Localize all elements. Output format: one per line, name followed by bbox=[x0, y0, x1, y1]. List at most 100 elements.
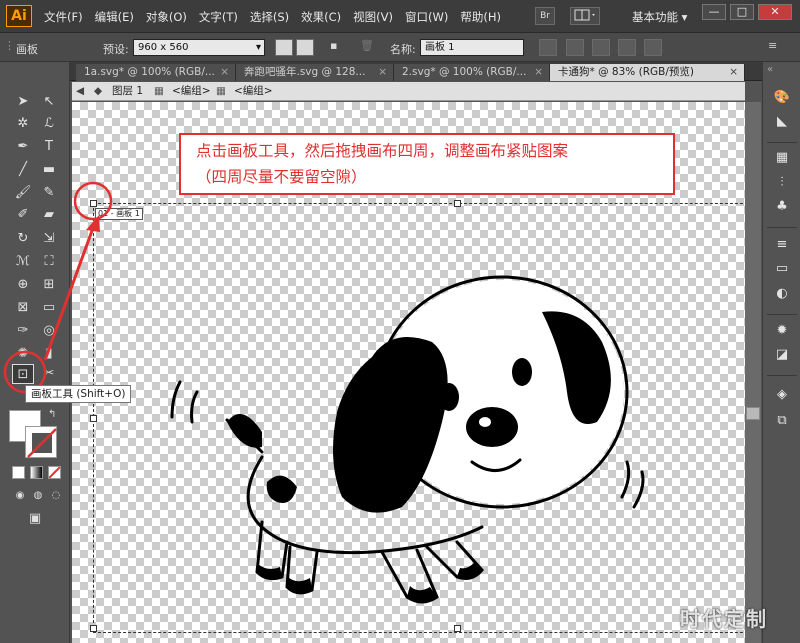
scrollbar-thumb[interactable] bbox=[746, 407, 760, 420]
menu-window[interactable]: 窗口(W) bbox=[405, 9, 448, 25]
screen-mode-icon[interactable]: ▣ bbox=[24, 509, 46, 529]
pen-tool-icon[interactable]: ✒ bbox=[12, 137, 34, 157]
selection-tool-icon[interactable]: ➤ bbox=[12, 92, 34, 112]
landscape-icon[interactable] bbox=[296, 39, 314, 56]
breadcrumb: ◀ ◆ 图层 1 ▦ <编组> ▦ <编组> bbox=[72, 82, 745, 101]
gradient-panel-icon[interactable]: ▭ bbox=[772, 260, 792, 278]
group-icon: ▦ bbox=[154, 85, 164, 97]
preset-label: 预设: bbox=[103, 43, 129, 56]
control-bar: ⋮ 画板 预设: 960 x 560 ▾ ▪ 🗑 名称: 画板 1 ≡ bbox=[0, 33, 800, 62]
direct-selection-tool-icon[interactable]: ↖ bbox=[38, 92, 60, 112]
close-icon[interactable]: × bbox=[729, 64, 738, 80]
swatches-panel-icon[interactable]: ▦ bbox=[772, 149, 792, 167]
menu-effect[interactable]: 效果(C) bbox=[301, 9, 341, 25]
document-canvas[interactable]: 01 - 画板 1 点击画板工具，然后拖拽画布四周，调整画布紧贴图案 （四周尽量… bbox=[72, 102, 745, 643]
tab-running-svg[interactable]: 奔跑吧骚年.svg @ 128... × bbox=[236, 64, 394, 81]
stroke-swatch[interactable] bbox=[25, 426, 57, 458]
mesh-tool-icon[interactable]: ⊠ bbox=[12, 298, 34, 318]
rectangle-tool-icon[interactable]: ▬ bbox=[38, 160, 60, 180]
rotate-tool-icon[interactable]: ↻ bbox=[12, 229, 34, 249]
appearance-panel-icon[interactable]: ✹ bbox=[772, 322, 792, 340]
back-arrow-icon[interactable]: ◀ bbox=[76, 82, 84, 100]
show-cross-hairs-icon[interactable] bbox=[592, 39, 610, 56]
new-artboard-icon[interactable]: ▪ bbox=[330, 39, 348, 56]
eyedropper-tool-icon[interactable]: ✑ bbox=[12, 321, 34, 341]
close-icon[interactable]: × bbox=[220, 64, 229, 80]
transparency-panel-icon[interactable]: ◐ bbox=[772, 285, 792, 303]
grip-icon: ⋮ bbox=[4, 39, 15, 52]
breadcrumb-layer[interactable]: 图层 1 bbox=[112, 82, 143, 100]
name-label: 名称: bbox=[390, 43, 416, 56]
symbol-sprayer-tool-icon[interactable]: ✺ bbox=[12, 344, 34, 364]
menu-view[interactable]: 视图(V) bbox=[353, 9, 393, 25]
blob-brush-tool-icon[interactable]: ✐ bbox=[12, 205, 34, 225]
chevron-down-icon: ▾ bbox=[681, 10, 688, 24]
menu-select[interactable]: 选择(S) bbox=[250, 9, 289, 25]
close-icon[interactable]: × bbox=[534, 64, 543, 80]
portrait-icon[interactable] bbox=[275, 39, 293, 56]
free-transform-tool-icon[interactable]: ⛶ bbox=[38, 252, 60, 272]
menu-type[interactable]: 文字(T) bbox=[199, 9, 238, 25]
line-tool-icon[interactable]: ╱ bbox=[12, 160, 34, 180]
move-with-artboard-icon[interactable] bbox=[539, 39, 557, 56]
artboards-panel-icon[interactable]: ⧉ bbox=[772, 412, 792, 430]
lasso-tool-icon[interactable]: ℒ bbox=[38, 114, 60, 134]
dock-divider bbox=[767, 375, 797, 376]
show-center-mark-icon[interactable] bbox=[566, 39, 584, 56]
tab-2-svg[interactable]: 2.svg* @ 100% (RGB/... × bbox=[394, 64, 550, 81]
menu-bar: Ai 文件(F) 编辑(E) 对象(O) 文字(T) 选择(S) 效果(C) 视… bbox=[0, 0, 800, 33]
pencil-tool-icon[interactable]: ✎ bbox=[38, 183, 60, 203]
artboard-options-icon[interactable] bbox=[644, 39, 662, 56]
bridge-button[interactable]: Br bbox=[535, 7, 555, 25]
preset-select[interactable]: 960 x 560 ▾ bbox=[133, 39, 265, 56]
minimize-button[interactable]: — bbox=[702, 4, 726, 20]
tab-label: 卡通狗* @ 83% (RGB/预览) bbox=[558, 66, 694, 78]
graphic-styles-icon[interactable]: ◪ bbox=[772, 346, 792, 364]
scale-tool-icon[interactable]: ⇲ bbox=[38, 229, 60, 249]
tab-1a-svg[interactable]: 1a.svg* @ 100% (RGB/... × bbox=[76, 64, 236, 81]
blend-tool-icon[interactable]: ◎ bbox=[38, 321, 60, 341]
perspective-grid-tool-icon[interactable]: ⊞ bbox=[38, 275, 60, 295]
panel-dock: « 🎨 ◣ ▦ ⫶ ♣ ≡ ▭ ◐ ✹ ◪ ◈ ⧉ bbox=[762, 62, 800, 643]
width-tool-icon[interactable]: ℳ bbox=[12, 252, 34, 272]
color-mode-icon[interactable] bbox=[12, 466, 25, 479]
color-panel-icon[interactable]: 🎨 bbox=[772, 89, 792, 107]
menu-object[interactable]: 对象(O) bbox=[146, 9, 187, 25]
brushes-panel-icon[interactable]: ⫶ bbox=[772, 174, 792, 192]
stroke-panel-icon[interactable]: ≡ bbox=[772, 236, 792, 254]
panel-menu-icon[interactable]: ≡ bbox=[768, 39, 786, 56]
draw-inside-icon[interactable]: ◌ bbox=[45, 486, 67, 506]
symbols-panel-icon[interactable]: ♣ bbox=[772, 198, 792, 216]
artboard-name-field[interactable]: 画板 1 bbox=[420, 39, 524, 56]
close-icon[interactable]: × bbox=[378, 64, 387, 80]
arrange-documents-button[interactable] bbox=[570, 7, 600, 25]
breadcrumb-group-2[interactable]: <编组> bbox=[234, 82, 273, 100]
color-guide-icon[interactable]: ◣ bbox=[772, 113, 792, 131]
gradient-tool-icon[interactable]: ▭ bbox=[38, 298, 60, 318]
menu-help[interactable]: 帮助(H) bbox=[460, 9, 501, 25]
none-mode-icon[interactable] bbox=[48, 466, 61, 479]
shape-builder-tool-icon[interactable]: ⊕ bbox=[12, 275, 34, 295]
artboard-tool-icon[interactable]: ⊡ bbox=[12, 364, 34, 384]
paintbrush-tool-icon[interactable]: 🖌 bbox=[12, 183, 34, 203]
menu-edit[interactable]: 编辑(E) bbox=[95, 9, 134, 25]
close-button[interactable]: ✕ bbox=[758, 4, 792, 20]
tab-cartoon-dog[interactable]: 卡通狗* @ 83% (RGB/预览) × bbox=[550, 64, 745, 81]
layers-panel-icon[interactable]: ◈ bbox=[772, 386, 792, 404]
restore-button[interactable]: □ bbox=[730, 4, 754, 20]
slice-tool-icon[interactable]: ✂ bbox=[38, 364, 60, 384]
menu-file[interactable]: 文件(F) bbox=[44, 9, 83, 25]
workspace-switcher[interactable]: 基本功能 ▾ bbox=[632, 9, 687, 25]
swap-fill-stroke-icon[interactable]: ↰ bbox=[48, 409, 56, 420]
vertical-scrollbar[interactable] bbox=[745, 102, 761, 643]
delete-artboard-icon[interactable]: 🗑 bbox=[360, 39, 378, 56]
expand-dock-icon[interactable]: « bbox=[767, 64, 773, 75]
app-logo: Ai bbox=[6, 5, 32, 27]
magic-wand-tool-icon[interactable]: ✲ bbox=[12, 114, 34, 134]
show-video-safe-icon[interactable] bbox=[618, 39, 636, 56]
eraser-tool-icon[interactable]: ▰ bbox=[38, 205, 60, 225]
gradient-mode-icon[interactable] bbox=[30, 466, 43, 479]
breadcrumb-group-1[interactable]: <编组> bbox=[172, 82, 211, 100]
column-graph-tool-icon[interactable]: ▮ bbox=[38, 344, 60, 364]
type-tool-icon[interactable]: T bbox=[38, 137, 60, 157]
